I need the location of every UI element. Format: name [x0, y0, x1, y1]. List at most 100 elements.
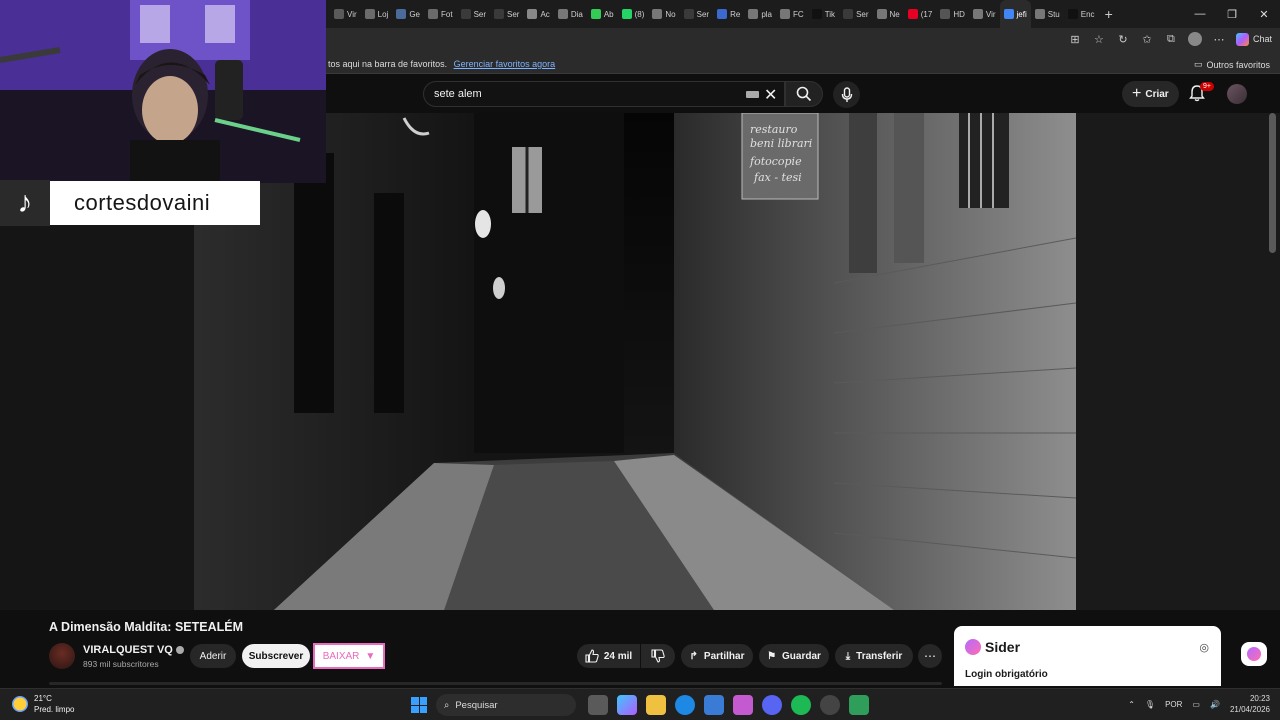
- baixar-download-button[interactable]: BAIXAR ▼: [313, 643, 385, 669]
- create-button[interactable]: + Criar: [1122, 81, 1179, 107]
- svg-text:beni librari: beni librari: [750, 137, 812, 150]
- browser-tab[interactable]: Loj: [361, 0, 393, 28]
- browser-tab[interactable]: HD: [936, 0, 969, 28]
- copilot-chat-button[interactable]: Chat: [1235, 32, 1272, 46]
- collections-icon[interactable]: ⧉: [1164, 32, 1178, 46]
- subscribe-button[interactable]: Subscrever: [242, 644, 310, 668]
- browser-tab[interactable]: Ac: [523, 0, 553, 28]
- browser-tab[interactable]: Ne: [873, 0, 904, 28]
- tab-label: Vir: [985, 9, 996, 19]
- taskbar-search[interactable]: ⌕ Pesquisar: [436, 694, 576, 716]
- download-button[interactable]: ⤓ Transferir: [835, 644, 913, 668]
- weather-desc: Pred. limpo: [34, 705, 75, 714]
- browser-tab[interactable]: (8): [618, 0, 649, 28]
- subscriber-count: 893 mil subscritores: [83, 659, 159, 669]
- close-window-icon[interactable]: ✕: [1248, 0, 1280, 28]
- search-button[interactable]: [785, 81, 823, 107]
- join-button[interactable]: Aderir: [190, 644, 236, 668]
- task-view-icon[interactable]: [588, 695, 608, 715]
- tray-expand-icon[interactable]: ⌃: [1128, 700, 1135, 709]
- save-button[interactable]: ⚑ Guardar: [759, 644, 829, 668]
- favorites-icon[interactable]: ✩: [1140, 32, 1154, 46]
- weather-widget[interactable]: 21°C Pred. limpo: [12, 693, 74, 715]
- page-scrollbar[interactable]: [1269, 113, 1276, 253]
- windows-logo-tile: [419, 705, 427, 713]
- more-actions-button[interactable]: ⋯: [918, 644, 942, 668]
- channel-name-label[interactable]: VIRALQUEST VQ: [83, 644, 173, 656]
- steam-icon[interactable]: [820, 695, 840, 715]
- channel-avatar[interactable]: [49, 643, 75, 669]
- discord-icon[interactable]: [762, 695, 782, 715]
- browser-tab[interactable]: Ser: [490, 0, 523, 28]
- tab-label: Ser: [696, 9, 710, 19]
- browser-tab[interactable]: FC: [776, 0, 808, 28]
- tab-label: No: [665, 9, 676, 19]
- tab-label: Vir: [347, 9, 357, 19]
- favorite-star-icon[interactable]: ☆: [1092, 32, 1106, 46]
- mic-tray-icon[interactable]: 🎙: [1145, 700, 1155, 709]
- windows-logo-tile: [419, 697, 427, 705]
- browser-tab[interactable]: Stu: [1031, 0, 1064, 28]
- browser-tab[interactable]: Ab: [587, 0, 618, 28]
- video-frame[interactable]: restauro beni librari fotocopie fax - te…: [194, 113, 1076, 610]
- new-tab-icon[interactable]: +: [1105, 6, 1113, 22]
- file-explorer-icon[interactable]: [646, 695, 666, 715]
- microsoft-store-icon[interactable]: [704, 695, 724, 715]
- photos-icon[interactable]: [733, 695, 753, 715]
- verified-check-icon: [175, 646, 184, 654]
- channel-name[interactable]: VIRALQUEST VQ: [83, 644, 184, 656]
- browser-tab[interactable]: Re: [713, 0, 744, 28]
- user-avatar[interactable]: [1227, 84, 1247, 104]
- browser-tab[interactable]: Tik: [808, 0, 839, 28]
- keyboard-icon[interactable]: [746, 91, 759, 98]
- browser-tab[interactable]: Ge: [392, 0, 424, 28]
- notification-badge: 9+: [1200, 82, 1214, 91]
- minimize-icon[interactable]: —: [1184, 0, 1216, 28]
- search-input[interactable]: sete alem: [434, 88, 482, 100]
- voice-search-button[interactable]: [833, 81, 860, 108]
- browser-tab[interactable]: jefi: [999, 0, 1031, 28]
- refresh-icon[interactable]: ↻: [1116, 32, 1130, 46]
- windows-taskbar: 21°C Pred. limpo ⌕ Pesquisar ⌃ 🎙 POR ▭ 🔊…: [0, 688, 1280, 720]
- tab-favicon-icon: [1067, 9, 1078, 19]
- clock[interactable]: 20:23 21/04/2026: [1230, 693, 1270, 715]
- language-indicator[interactable]: POR: [1165, 700, 1182, 709]
- browser-tab[interactable]: Dia: [554, 0, 587, 28]
- spotify-icon[interactable]: [791, 695, 811, 715]
- dislike-button[interactable]: [641, 644, 675, 668]
- edge-icon[interactable]: [675, 695, 695, 715]
- sider-settings-icon[interactable]: ◎: [1199, 641, 1209, 654]
- like-button[interactable]: 24 mil: [577, 644, 640, 668]
- tab-favicon-icon: [428, 9, 438, 19]
- browser-tab[interactable]: Ser: [680, 0, 713, 28]
- browser-tab[interactable]: Ser: [457, 0, 490, 28]
- notifications-button[interactable]: 9+: [1188, 82, 1214, 104]
- browser-tab[interactable]: (17: [904, 0, 937, 28]
- copilot-app-icon[interactable]: [617, 695, 637, 715]
- clear-search-icon[interactable]: ✕: [764, 85, 777, 105]
- tab-favicon-icon: [1034, 9, 1045, 19]
- search-box[interactable]: sete alem ✕: [423, 81, 785, 107]
- browser-tab[interactable]: No: [648, 0, 679, 28]
- network-icon[interactable]: ▭: [1192, 700, 1200, 709]
- streamer-webcam-image: [0, 0, 326, 183]
- volume-icon[interactable]: 🔊: [1210, 700, 1220, 709]
- other-favorites[interactable]: ▭ Outros favoritos: [1194, 59, 1270, 70]
- browser-tab[interactable]: Vir: [969, 0, 1000, 28]
- app-icon[interactable]: [849, 695, 869, 715]
- tab-favicon-icon: [972, 9, 983, 19]
- manage-favorites-link[interactable]: Gerenciar favoritos agora: [454, 59, 556, 69]
- browser-tab[interactable]: Enc: [1064, 0, 1099, 28]
- more-menu-icon[interactable]: ⋯: [1212, 32, 1226, 46]
- browser-tab[interactable]: Vir: [330, 0, 361, 28]
- browser-tab[interactable]: pla: [744, 0, 776, 28]
- address-bar-tools: ⊞ ☆ ↻ ✩ ⧉ ⋯ Chat: [1068, 32, 1272, 46]
- split-screen-icon[interactable]: ⊞: [1068, 32, 1082, 46]
- share-button[interactable]: ↱ Partilhar: [681, 644, 753, 668]
- browser-tab[interactable]: Ser: [839, 0, 872, 28]
- restore-icon[interactable]: ❐: [1216, 0, 1248, 28]
- start-button[interactable]: [411, 697, 427, 713]
- profile-avatar[interactable]: [1187, 32, 1202, 46]
- sider-float-button[interactable]: [1241, 642, 1267, 666]
- browser-tab[interactable]: Fot: [424, 0, 457, 28]
